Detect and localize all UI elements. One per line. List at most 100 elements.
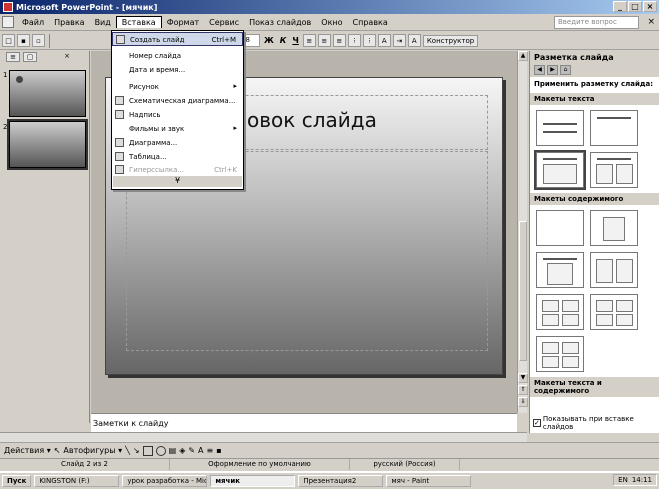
layout-title-text[interactable] — [534, 150, 586, 190]
panel-tabs: ≡ ▢ × — [0, 51, 89, 63]
italic-button[interactable]: К — [278, 36, 289, 45]
menu-item-table[interactable]: Таблица... — [112, 150, 243, 164]
forward-icon[interactable]: ▶ — [547, 65, 558, 75]
layout-four-content-c[interactable] — [536, 336, 584, 372]
menu-edit[interactable]: Правка — [49, 17, 89, 28]
layout-four-content-b[interactable] — [590, 294, 638, 330]
task-kingston[interactable]: KINGSTON (F:) — [34, 475, 120, 487]
minimize-button[interactable]: _ — [613, 1, 627, 12]
layout-title-two-content[interactable] — [590, 252, 638, 288]
panel-close-icon[interactable]: × — [60, 52, 74, 62]
prev-slide-icon[interactable]: ⇑ — [518, 385, 528, 395]
slides-tab[interactable]: ▢ — [23, 52, 37, 62]
line-icon[interactable]: ╲ — [125, 446, 130, 455]
arrow-icon[interactable]: ↘ — [133, 446, 140, 455]
menu-slideshow[interactable]: Показ слайдов — [244, 17, 316, 28]
show-on-insert-option[interactable]: ✓ Показывать при вставке слайдов — [533, 415, 659, 431]
save-icon[interactable]: ▪ — [17, 34, 30, 47]
slide-counter: Слайд 2 из 2 — [0, 459, 170, 470]
menu-item-picture[interactable]: Рисунок ▸ — [112, 80, 243, 94]
menu-tools[interactable]: Сервис — [204, 17, 244, 28]
menu-help[interactable]: Справка — [348, 17, 393, 28]
help-question-input[interactable]: Введите вопрос — [554, 16, 639, 29]
align-right-icon[interactable]: ≡ — [332, 34, 346, 47]
layout-content[interactable] — [590, 210, 638, 246]
numbering-icon[interactable]: ⁝ — [347, 34, 361, 47]
document-icon[interactable] — [2, 16, 14, 28]
task-pane-title[interactable]: Разметка слайда — [530, 51, 659, 65]
slide-number-2: 2 — [3, 123, 8, 131]
font-grow-icon[interactable]: A — [377, 34, 391, 47]
align-left-icon[interactable]: ≡ — [302, 34, 316, 47]
task-presentation2[interactable]: Презентация2 — [298, 475, 384, 487]
layout-blank[interactable] — [536, 210, 584, 246]
rectangle-icon[interactable] — [142, 445, 153, 456]
vertical-scrollbar[interactable]: ▲ ▼ ⇑ ⇓ — [517, 51, 528, 413]
line-color-icon[interactable]: ✎ — [188, 446, 195, 455]
window-title: Microsoft PowerPoint - [мячик] — [16, 2, 158, 12]
font-color-icon[interactable]: A — [407, 34, 421, 47]
slide-number-1: 1 — [3, 71, 8, 79]
oval-icon[interactable] — [155, 445, 166, 456]
task-ball[interactable]: мячик — [210, 475, 296, 487]
horizontal-scrollbar[interactable] — [0, 432, 527, 442]
chart-icon — [115, 138, 124, 147]
menu-item-diagram-schema[interactable]: Схематическая диаграмма... — [112, 94, 243, 108]
layout-title-content[interactable] — [536, 252, 584, 288]
powerpoint-app-icon — [3, 2, 13, 12]
layout-title[interactable] — [590, 110, 638, 146]
checkbox-checked-icon[interactable]: ✓ — [533, 419, 541, 427]
close-button[interactable]: × — [643, 1, 657, 12]
menu-item-date-time[interactable]: Дата и время... — [112, 63, 243, 77]
slide-thumbnail-2[interactable] — [7, 119, 88, 170]
menu-window[interactable]: Окно — [316, 17, 347, 28]
outline-tab[interactable]: ≡ — [6, 52, 20, 62]
bold-button[interactable]: Ж — [262, 36, 276, 45]
align-center-icon[interactable]: ≡ — [317, 34, 331, 47]
start-button[interactable]: Пуск — [2, 475, 32, 487]
language-indicator[interactable]: EN — [618, 476, 628, 484]
layout-two-columns[interactable] — [590, 152, 638, 188]
layout-title-only[interactable] — [536, 110, 584, 146]
font-color-draw-icon[interactable]: A — [198, 446, 203, 455]
slide-thumbnail-1[interactable] — [9, 70, 86, 117]
menu-item-chart[interactable]: Диаграмма... — [112, 136, 243, 150]
picture-label: Рисунок — [129, 83, 159, 91]
task-lesson[interactable]: урок разработка - Mic... — [122, 475, 208, 487]
indent-icon[interactable]: ⇥ — [392, 34, 406, 47]
task-paint[interactable]: мяч - Paint — [386, 475, 472, 487]
bullets-icon[interactable]: ⁝ — [362, 34, 376, 47]
doc-close-icon[interactable]: × — [647, 17, 655, 27]
shadow-icon[interactable]: ▪ — [216, 446, 221, 455]
notes-pane[interactable]: Заметки к слайду — [91, 413, 517, 432]
menu-file[interactable]: Файл — [17, 17, 49, 28]
menu-item-textbox[interactable]: Надпись — [112, 108, 243, 122]
new-icon[interactable]: □ — [2, 34, 15, 47]
content-layouts — [530, 207, 659, 375]
menu-item-slide-number[interactable]: Номер слайда — [112, 49, 243, 63]
menu-item-movies-sounds[interactable]: Фильмы и звук ▸ — [112, 122, 243, 136]
maximize-button[interactable]: □ — [628, 1, 642, 12]
actions-menu[interactable]: Действия ▾ — [4, 446, 51, 455]
scroll-up-icon[interactable]: ▲ — [518, 51, 528, 61]
underline-button[interactable]: Ч — [290, 36, 300, 45]
fill-color-icon[interactable]: ◈ — [179, 446, 185, 455]
menu-view[interactable]: Вид — [90, 17, 116, 28]
menu-insert[interactable]: Вставка — [115, 16, 162, 28]
expand-menu-chevron-icon[interactable]: ¥ — [113, 176, 242, 187]
scroll-down-icon[interactable]: ▼ — [518, 373, 528, 383]
menu-item-new-slide[interactable]: Создать слайд Ctrl+M — [112, 32, 243, 46]
textbox-icon[interactable]: ▤ — [169, 446, 177, 455]
home-icon[interactable]: ⌂ — [560, 65, 571, 75]
back-icon[interactable]: ◀ — [534, 65, 545, 75]
print-icon[interactable]: ▫ — [32, 34, 45, 47]
design-button[interactable]: Конструктор — [422, 34, 479, 47]
title-bar: Microsoft PowerPoint - [мячик] _ □ × — [0, 0, 659, 14]
line-style-icon[interactable]: ≡ — [207, 446, 214, 455]
menu-format[interactable]: Формат — [162, 17, 204, 28]
autoshapes-menu[interactable]: Автофигуры ▾ — [63, 446, 122, 455]
scroll-thumb[interactable] — [519, 221, 527, 361]
next-slide-icon[interactable]: ⇓ — [518, 397, 528, 407]
select-pointer-icon[interactable]: ↖ — [54, 446, 61, 455]
layout-four-content-a[interactable] — [536, 294, 584, 330]
